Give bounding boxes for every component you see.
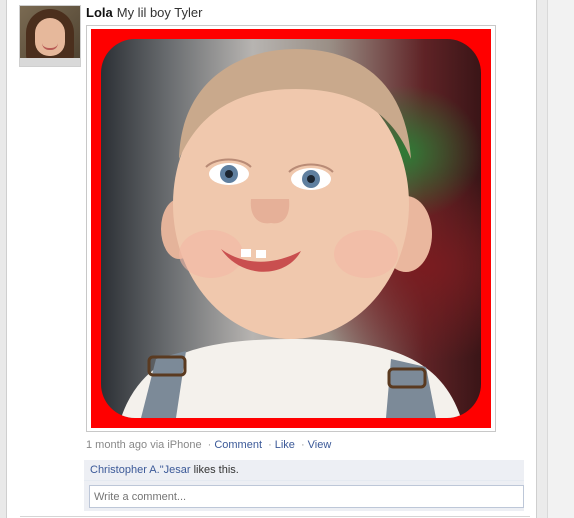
- baby-photo[interactable]: [101, 39, 481, 418]
- timestamp[interactable]: 1 month ago: [86, 439, 147, 451]
- author-name-link[interactable]: Lola: [86, 5, 113, 20]
- like-link[interactable]: Like: [275, 439, 295, 451]
- author-avatar[interactable]: [19, 5, 81, 67]
- liker-name-link[interactable]: Christopher A."Jesar: [90, 464, 191, 476]
- comment-input[interactable]: [89, 485, 524, 508]
- separator: ·: [268, 439, 272, 451]
- via-app: via iPhone: [150, 439, 202, 451]
- comment-composer: [84, 481, 524, 511]
- story-header: Lola My lil boy Tyler: [86, 5, 202, 21]
- separator: ·: [207, 439, 212, 451]
- likes-suffix: likes this.: [193, 464, 239, 476]
- separator: ·: [301, 439, 305, 451]
- baby-photo-graphic: [121, 49, 461, 418]
- left-scroll-rail: [0, 0, 7, 518]
- feed-story: Lola My lil boy Tyler 1 month ago via iP…: [0, 0, 574, 518]
- comment-link[interactable]: Comment: [214, 439, 262, 451]
- story-message: My lil boy Tyler: [116, 5, 203, 20]
- likes-summary: Christopher A."Jesar likes this.: [84, 460, 524, 481]
- photo-attachment[interactable]: [86, 25, 496, 432]
- story-divider: [20, 516, 530, 517]
- view-link[interactable]: View: [308, 439, 332, 451]
- scrollbar-track[interactable]: [547, 0, 574, 518]
- story-meta: 1 month ago via iPhone · Comment · Like · V…: [86, 439, 331, 451]
